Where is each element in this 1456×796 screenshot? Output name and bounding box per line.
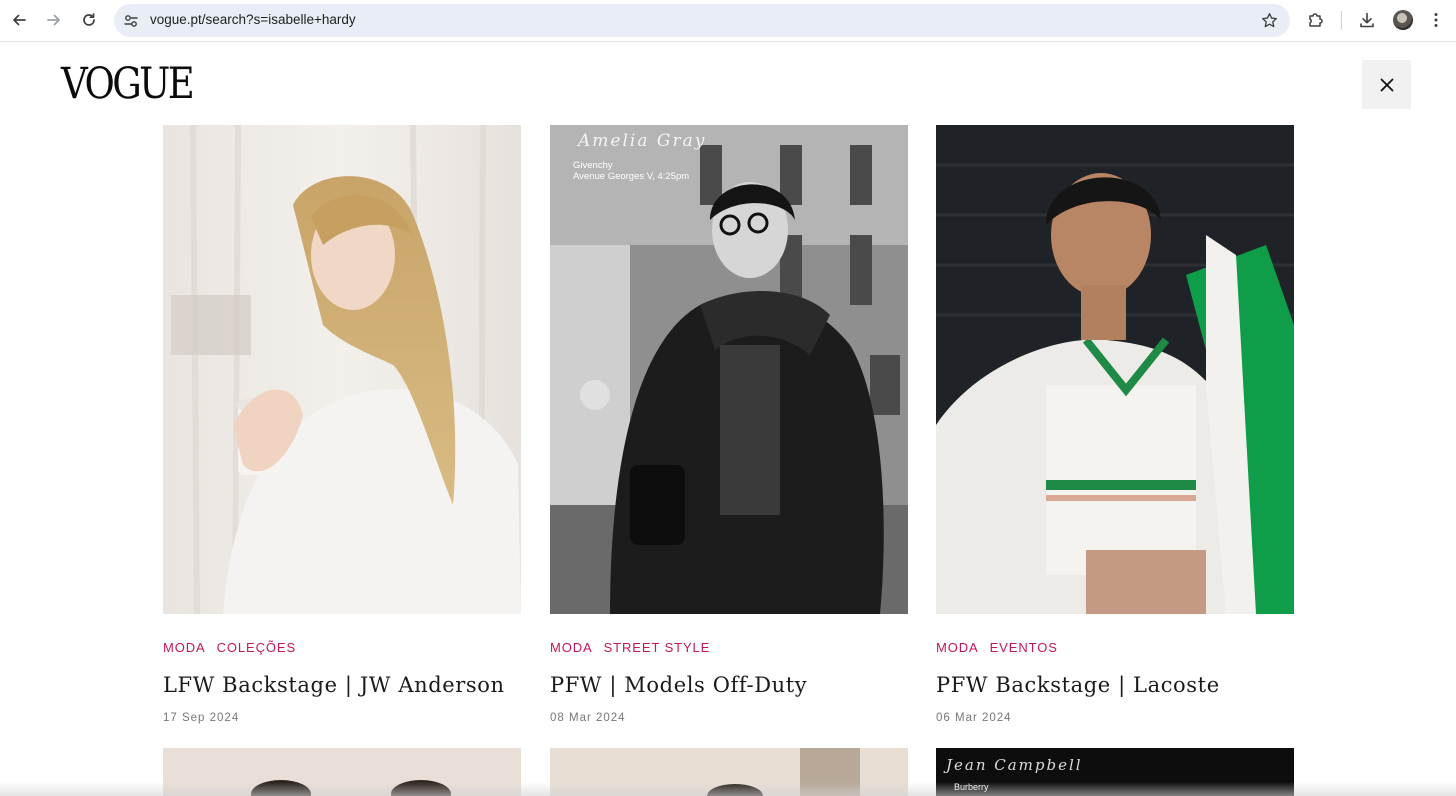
toolbar-divider <box>1341 11 1342 30</box>
result-card[interactable]: Amelia Gray Givenchy Avenue Georges V, 4… <box>550 125 908 724</box>
category-tag[interactable]: MODA <box>550 640 593 655</box>
category-tag[interactable]: MODA <box>936 640 979 655</box>
download-icon[interactable] <box>1356 9 1378 31</box>
result-card[interactable]: MODA EVENTOS PFW Backstage | Lacoste 06 … <box>936 125 1294 724</box>
category-tag[interactable]: COLEÇÕES <box>217 640 296 655</box>
forward-arrow-icon[interactable] <box>41 7 67 33</box>
bookmark-star-icon[interactable] <box>1261 12 1278 29</box>
result-thumbnail[interactable] <box>550 748 908 796</box>
address-bar[interactable]: vogue.pt/search?s=isabelle+hardy <box>114 4 1290 37</box>
site-settings-icon[interactable] <box>123 13 139 29</box>
result-thumbnail[interactable] <box>163 125 521 614</box>
overlay-script-name: Jean Campbell <box>946 756 1083 774</box>
article-title[interactable]: PFW Backstage | Lacoste <box>936 673 1294 697</box>
close-search-button[interactable] <box>1362 60 1411 109</box>
result-thumbnail[interactable]: Jean Campbell Burberry <box>936 748 1294 796</box>
article-date: 17 Sep 2024 <box>163 712 240 724</box>
vogue-logo[interactable]: VOGUE <box>61 63 195 106</box>
category-tags: MODA EVENTOS <box>936 640 1294 655</box>
overlay-script-name: Amelia Gray <box>578 131 707 151</box>
browser-toolbar: vogue.pt/search?s=isabelle+hardy <box>0 0 1456 42</box>
overlay-line: Givenchy <box>573 160 613 171</box>
close-icon <box>1380 78 1393 91</box>
more-menu-icon[interactable] <box>1425 9 1447 31</box>
url-text[interactable]: vogue.pt/search?s=isabelle+hardy <box>150 12 356 27</box>
category-tag[interactable]: EVENTOS <box>990 640 1058 655</box>
category-tag[interactable]: STREET STYLE <box>604 640 711 655</box>
overlay-line: Burberry <box>954 782 989 792</box>
site-header: VOGUE <box>0 43 1456 125</box>
article-date: 08 Mar 2024 <box>550 712 626 724</box>
category-tag[interactable]: MODA <box>163 640 206 655</box>
profile-avatar[interactable] <box>1393 10 1413 30</box>
result-thumbnail[interactable] <box>163 748 521 796</box>
result-thumbnail[interactable]: Amelia Gray Givenchy Avenue Georges V, 4… <box>550 125 908 614</box>
article-title[interactable]: LFW Backstage | JW Anderson <box>163 673 521 697</box>
reload-icon[interactable] <box>76 7 102 33</box>
article-title[interactable]: PFW | Models Off-Duty <box>550 673 908 697</box>
back-arrow-icon[interactable] <box>6 7 32 33</box>
category-tags: MODA STREET STYLE <box>550 640 908 655</box>
article-date: 06 Mar 2024 <box>936 712 1012 724</box>
overlay-line: Avenue Georges V, 4:25pm <box>573 171 690 182</box>
extensions-icon[interactable] <box>1305 9 1327 31</box>
result-thumbnail[interactable] <box>936 125 1294 614</box>
category-tags: MODA COLEÇÕES <box>163 640 521 655</box>
result-card[interactable]: MODA COLEÇÕES LFW Backstage | JW Anderso… <box>163 125 521 724</box>
